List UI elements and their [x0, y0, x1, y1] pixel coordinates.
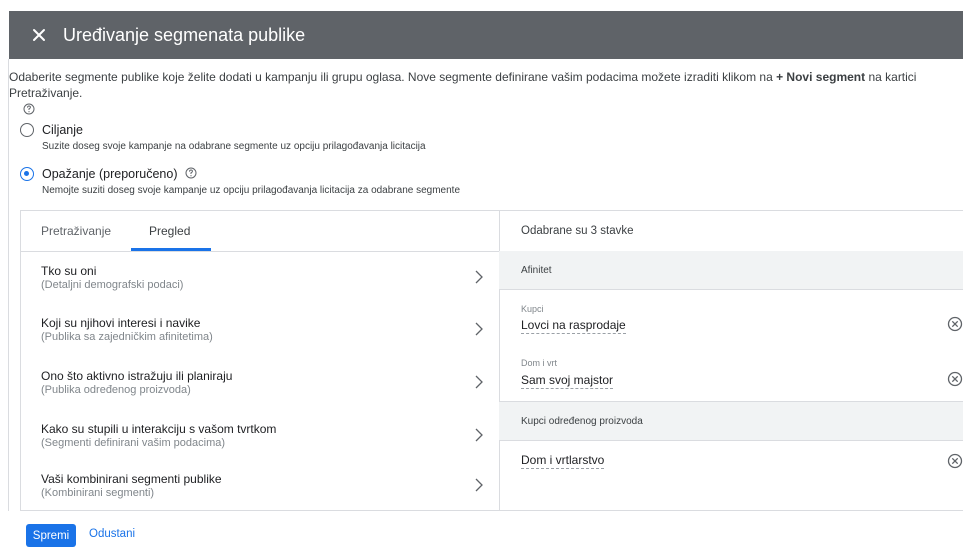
group-title: Afinitet: [521, 265, 552, 276]
help-icon[interactable]: [23, 103, 35, 115]
category-item-interaction[interactable]: Kako su stupili u interakciju s vašom tv…: [21, 422, 499, 474]
category-title: Koji su njihovi interesi i navike: [41, 316, 201, 330]
dialog-title: Uređivanje segmenata publike: [63, 24, 306, 45]
radio-targeting[interactable]: Ciljanje Suzite doseg svoje kampanje na …: [20, 122, 426, 154]
radio-label-observation-text: Opažanje (preporučeno): [42, 167, 178, 181]
chevron-right-icon: [475, 428, 483, 442]
selected-item: Dom i vrt Sam svoj majstor: [499, 358, 963, 400]
remove-icon[interactable]: [947, 316, 963, 332]
radio-button-observation[interactable]: [20, 167, 34, 181]
chevron-right-icon: [475, 375, 483, 389]
category-title: Kako su stupili u interakciju s vašom tv…: [41, 422, 277, 436]
dialog-footer: Spremi Odustani: [0, 511, 963, 556]
selected-item: Kupci Lovci na rasprodaje: [499, 304, 963, 356]
selected-item: Dom i vrtlarstvo: [499, 453, 963, 483]
group-header-affinity: Afinitet: [499, 251, 963, 290]
active-tab-indicator: [131, 248, 211, 251]
close-icon: [33, 29, 45, 41]
selected-item-name: Sam svoj majstor: [521, 373, 614, 389]
selected-column: Odabrane su 3 stavke Afinitet Kupci Lovc…: [499, 211, 963, 510]
selected-item-category: Kupci: [521, 304, 544, 314]
remove-icon[interactable]: [947, 371, 963, 387]
radio-label-observation: Opažanje (preporučeno): [42, 166, 460, 182]
category-title: Tko su oni: [41, 264, 97, 278]
tab-bar: Pretraživanje Pregled: [21, 211, 499, 252]
save-button[interactable]: Spremi: [26, 524, 76, 547]
browse-column: Pretraživanje Pregled Tko su oni (Detalj…: [21, 211, 500, 510]
tab-browse[interactable]: Pregled: [149, 224, 190, 238]
group-title: Kupci određenog proizvoda: [521, 416, 643, 427]
selected-item-category: Dom i vrt: [521, 358, 557, 368]
selected-item-name: Lovci na rasprodaje: [521, 318, 626, 334]
remove-icon[interactable]: [947, 453, 963, 469]
category-item-interests[interactable]: Koji su njihovi interesi i navike (Publi…: [21, 316, 499, 368]
new-segment-bold: + Novi segment: [776, 70, 866, 84]
category-subtitle: (Detaljni demografski podaci): [41, 279, 184, 291]
category-subtitle: (Publika sa zajedničkim afinitetima): [41, 331, 213, 343]
tab-search[interactable]: Pretraživanje: [41, 224, 111, 238]
category-title: Ono što aktivno istražuju ili planiraju: [41, 369, 233, 383]
help-icon[interactable]: [185, 167, 197, 179]
chevron-right-icon: [475, 322, 483, 336]
radio-sub-targeting: Suzite doseg svoje kampanje na odabrane …: [42, 141, 426, 152]
radio-sub-observation: Nemojte suziti doseg svoje kampanje uz o…: [42, 185, 461, 196]
category-title: Vaši kombinirani segmenti publike: [41, 472, 222, 486]
radio-label-targeting: Ciljanje: [42, 123, 83, 137]
dialog-header: Uređivanje segmenata publike: [9, 11, 963, 59]
category-item-research[interactable]: Ono što aktivno istražuju ili planiraju …: [21, 369, 499, 421]
group-header-in-market: Kupci određenog proizvoda: [499, 401, 963, 441]
category-item-who[interactable]: Tko su oni (Detaljni demografski podaci): [21, 264, 499, 316]
cancel-button[interactable]: Odustani: [89, 528, 135, 540]
chevron-right-icon: [475, 270, 483, 284]
dialog-left-border: [8, 59, 9, 511]
category-subtitle: (Segmenti definirani vašim podacima): [41, 437, 226, 449]
selected-header: Odabrane su 3 stavke: [499, 211, 963, 252]
radio-observation[interactable]: Opažanje (preporučeno) Nemojte suziti do…: [20, 166, 460, 198]
category-subtitle: (Kombinirani segmenti): [41, 487, 155, 499]
category-subtitle: (Publika određenog proizvoda): [41, 384, 191, 396]
radio-button-targeting[interactable]: [20, 123, 34, 137]
selected-item-name: Dom i vrtlarstvo: [521, 453, 605, 469]
description: Odaberite segmente publike koje želite d…: [9, 69, 959, 119]
selected-count: Odabrane su 3 stavke: [521, 225, 634, 237]
chevron-right-icon: [475, 478, 483, 492]
segments-panel: Pretraživanje Pregled Tko su oni (Detalj…: [20, 210, 963, 511]
description-text: Odaberite segmente publike koje želite d…: [9, 70, 777, 84]
close-button[interactable]: [29, 25, 49, 45]
